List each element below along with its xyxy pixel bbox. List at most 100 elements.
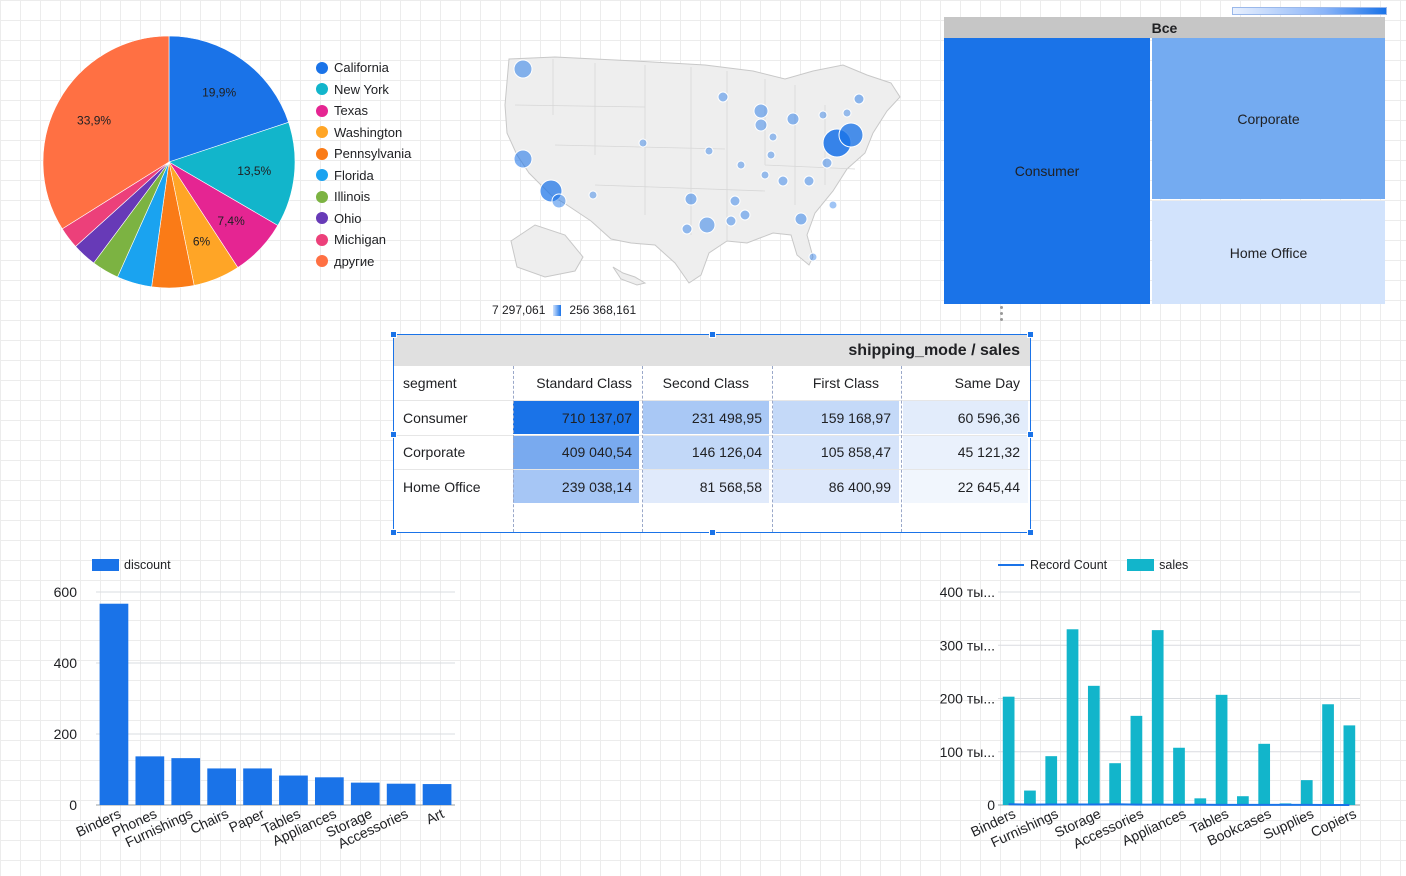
resize-handle-right[interactable] xyxy=(1027,431,1034,438)
treemap-chart[interactable]: Все Consumer Corporate Home Office xyxy=(944,17,1385,304)
bar[interactable] xyxy=(1024,790,1036,805)
geo-bubble[interactable] xyxy=(736,160,746,170)
bar[interactable] xyxy=(1215,694,1228,805)
geo-bubble[interactable] xyxy=(513,149,533,169)
geo-bubble[interactable] xyxy=(551,193,567,209)
bar[interactable] xyxy=(1151,630,1164,805)
bar[interactable] xyxy=(135,756,165,805)
geo-bubble[interactable] xyxy=(821,157,833,169)
bar[interactable] xyxy=(1109,763,1121,805)
bar[interactable] xyxy=(1258,743,1271,805)
geo-bubble[interactable] xyxy=(513,59,533,79)
y-tick-label: 100 ты... xyxy=(940,744,995,760)
geo-bubble[interactable] xyxy=(725,215,737,227)
bar[interactable] xyxy=(1087,685,1100,805)
resize-handle-top[interactable] xyxy=(709,331,716,338)
geo-bubble[interactable] xyxy=(838,122,864,148)
bar[interactable] xyxy=(314,777,344,805)
x-tick-label: Paper xyxy=(226,805,267,835)
resize-handle-left[interactable] xyxy=(390,431,397,438)
geo-bubble[interactable] xyxy=(588,190,598,200)
legend-item-washington[interactable]: Washington xyxy=(316,122,411,144)
geo-bubble[interactable] xyxy=(768,132,778,142)
bar[interactable] xyxy=(1237,796,1249,805)
resize-handle-bottom-right[interactable] xyxy=(1027,529,1034,536)
discount-bar-chart[interactable]: 0200400600BindersPhonesFurnishingsChairs… xyxy=(30,575,470,870)
geo-bubble[interactable] xyxy=(818,110,828,120)
bar[interactable] xyxy=(207,768,237,805)
pie-chart[interactable]: 19,9% 13,5% 7,4% 6% 33,9% xyxy=(30,30,310,300)
geo-bubble[interactable] xyxy=(803,175,815,187)
geo-bubble[interactable] xyxy=(760,170,770,180)
resize-handle-top-left[interactable] xyxy=(390,331,397,338)
bar[interactable] xyxy=(1045,756,1058,805)
legend-item-texas[interactable]: Texas xyxy=(316,100,411,122)
treemap-root-header[interactable]: Все xyxy=(944,17,1385,38)
bar[interactable] xyxy=(422,784,452,805)
bar[interactable] xyxy=(243,768,272,805)
resize-handle-bottom-left[interactable] xyxy=(390,529,397,536)
geo-bubble[interactable] xyxy=(766,150,776,160)
bar[interactable] xyxy=(350,782,380,805)
geo-bubble[interactable] xyxy=(739,209,751,221)
geo-bubble[interactable] xyxy=(777,175,789,187)
geo-bubble[interactable] xyxy=(684,192,698,206)
more-options-icon[interactable] xyxy=(998,306,1004,324)
pivot-title: shipping_mode / sales xyxy=(394,335,1030,366)
pivot-table[interactable]: shipping_mode / sales segment Standard C… xyxy=(390,331,1034,536)
legend-item-illinois[interactable]: Illinois xyxy=(316,186,411,208)
geo-bubble[interactable] xyxy=(753,103,769,119)
record-count-line[interactable] xyxy=(1008,803,1350,806)
legend-item-others[interactable]: другие xyxy=(316,251,411,273)
pie-slices[interactable] xyxy=(42,35,296,289)
legend-item-florida[interactable]: Florida xyxy=(316,165,411,187)
treemap-cell-home-office[interactable]: Home Office xyxy=(1152,201,1385,304)
geo-bubble[interactable] xyxy=(698,216,716,234)
geo-color-scale: 7 297,061 256 368,161 xyxy=(492,303,636,317)
pivot-grid: segment Standard Class Second Class Firs… xyxy=(394,366,1030,532)
bar[interactable] xyxy=(1173,747,1185,805)
geo-bubble[interactable] xyxy=(638,138,648,148)
bar[interactable] xyxy=(99,603,129,805)
bar[interactable] xyxy=(1322,704,1334,805)
geo-bubble[interactable] xyxy=(808,252,818,262)
bar[interactable] xyxy=(386,783,416,805)
legend-dot xyxy=(316,255,328,268)
legend-item-pennsylvania[interactable]: Pennsylvania xyxy=(316,143,411,165)
pivot-column-header[interactable]: First Class xyxy=(772,366,901,400)
geo-bubble[interactable] xyxy=(729,195,741,207)
pivot-row-header[interactable]: segment xyxy=(394,366,513,400)
bar[interactable] xyxy=(1002,696,1015,805)
geo-bubble[interactable] xyxy=(704,146,714,156)
sales-combo-chart[interactable]: 0100 ты...200 ты...300 ты...400 ты...Bin… xyxy=(930,575,1380,870)
pivot-column-header[interactable]: Second Class xyxy=(642,366,772,400)
legend-item-michigan[interactable]: Michigan xyxy=(316,229,411,251)
bar[interactable] xyxy=(171,758,201,805)
pivot-column-header[interactable]: Same Day xyxy=(901,366,1030,400)
geo-bubble[interactable] xyxy=(717,91,729,103)
geo-bubble-map[interactable] xyxy=(495,45,910,290)
legend-item-ohio[interactable]: Ohio xyxy=(316,208,411,230)
legend-item-new-york[interactable]: New York xyxy=(316,79,411,101)
legend-item-california[interactable]: California xyxy=(316,57,411,79)
treemap-cell-corporate[interactable]: Corporate xyxy=(1152,38,1385,199)
bar[interactable] xyxy=(1300,780,1313,805)
pivot-column-header[interactable]: Standard Class xyxy=(513,366,642,400)
geo-bubble[interactable] xyxy=(842,108,852,118)
bar[interactable] xyxy=(279,775,308,805)
geo-bubble[interactable] xyxy=(754,118,768,132)
resize-handle-top-right[interactable] xyxy=(1027,331,1034,338)
legend-label: New York xyxy=(334,81,389,97)
geo-bubble[interactable] xyxy=(681,223,693,235)
treemap-cell-consumer[interactable]: Consumer xyxy=(944,38,1150,304)
legend-dot xyxy=(316,212,328,225)
resize-handle-bottom[interactable] xyxy=(709,529,716,536)
bar[interactable] xyxy=(1343,725,1356,805)
geo-bubble[interactable] xyxy=(794,212,808,226)
bar[interactable] xyxy=(1066,629,1079,805)
bar[interactable] xyxy=(1130,715,1143,805)
treemap-cell-label: Corporate xyxy=(1237,110,1300,127)
geo-bubble[interactable] xyxy=(828,200,838,210)
geo-bubble[interactable] xyxy=(853,93,865,105)
geo-bubble[interactable] xyxy=(786,112,800,126)
